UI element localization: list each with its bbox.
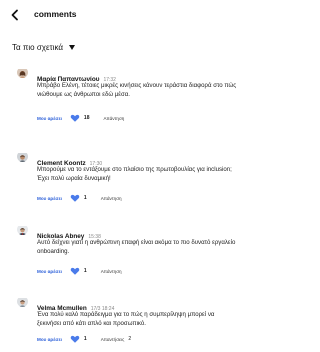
like-count: 1	[83, 195, 87, 201]
like-count: 1	[83, 268, 87, 274]
comment-item: Nickolas Abney 15:38 Αυτό δείχνει γιατί η…	[0, 224, 246, 284]
heart-icon[interactable]	[70, 193, 80, 203]
user-photo-icon	[17, 298, 28, 307]
comment-text: Αυτό δείχνει γιατί η ανθρώπινη επαφή είν…	[37, 239, 236, 256]
like-count: 18	[83, 115, 90, 121]
comment-text: Μπορούμε να το εντάξουμε στο πλαίσιο της…	[37, 166, 232, 183]
page-title: comments	[34, 9, 77, 19]
user-photo-icon	[17, 226, 28, 235]
user-photo-icon	[17, 153, 28, 162]
avatar[interactable]	[17, 151, 28, 162]
avatar[interactable]	[17, 296, 28, 307]
comment-item: Μαρία Παπαντωνίου 17:32 Μπράβο Ελένη, τέτ…	[0, 67, 246, 127]
heart-icon[interactable]	[70, 113, 80, 123]
chevron-left-icon[interactable]	[9, 9, 21, 21]
comment-text: Ένα πολύ καλό παράδειγμα για το πώς η συ…	[37, 311, 215, 328]
user-photo-icon	[17, 69, 28, 78]
replies-count: 2	[128, 336, 132, 342]
sort-label: Τα πιο σχετικά	[12, 42, 63, 52]
like-count: 1	[83, 336, 87, 342]
comment-actions: Μου αρέσει 18 Απάντηση	[37, 113, 124, 123]
like-button[interactable]: Μου αρέσει	[37, 116, 62, 121]
app-header: comments	[0, 0, 246, 30]
like-button[interactable]: Μου αρέσει	[37, 337, 62, 342]
comment-actions: Μου αρέσει 1 Απαντήσεις 2	[37, 334, 131, 344]
replies-button[interactable]: Απαντήσεις	[101, 337, 125, 342]
comment-text: Μπράβο Ελένη, τέτοιες μικρές κινήσεις κά…	[37, 82, 237, 99]
reply-button[interactable]: Απάντηση	[101, 196, 122, 201]
comment-item: Velma Mcmullen 17/3 18:24 Ένα πολύ καλό π…	[0, 296, 246, 352]
comment-item: Clement Koontz 17:30 Μπορούμε να το εντάξ…	[0, 151, 246, 211]
like-button[interactable]: Μου αρέσει	[37, 269, 62, 274]
comment-actions: Μου αρέσει 1 Απάντηση	[37, 193, 122, 203]
reply-button[interactable]: Απάντηση	[101, 269, 122, 274]
sort-dropdown[interactable]: Τα πιο σχετικά	[12, 41, 75, 53]
avatar[interactable]	[17, 67, 28, 78]
reply-button[interactable]: Απάντηση	[103, 116, 124, 121]
heart-icon[interactable]	[70, 266, 80, 276]
caret-down-icon	[69, 44, 75, 50]
like-button[interactable]: Μου αρέσει	[37, 196, 62, 201]
heart-icon[interactable]	[70, 334, 80, 344]
comment-actions: Μου αρέσει 1 Απάντηση	[37, 266, 122, 276]
avatar[interactable]	[17, 224, 28, 235]
